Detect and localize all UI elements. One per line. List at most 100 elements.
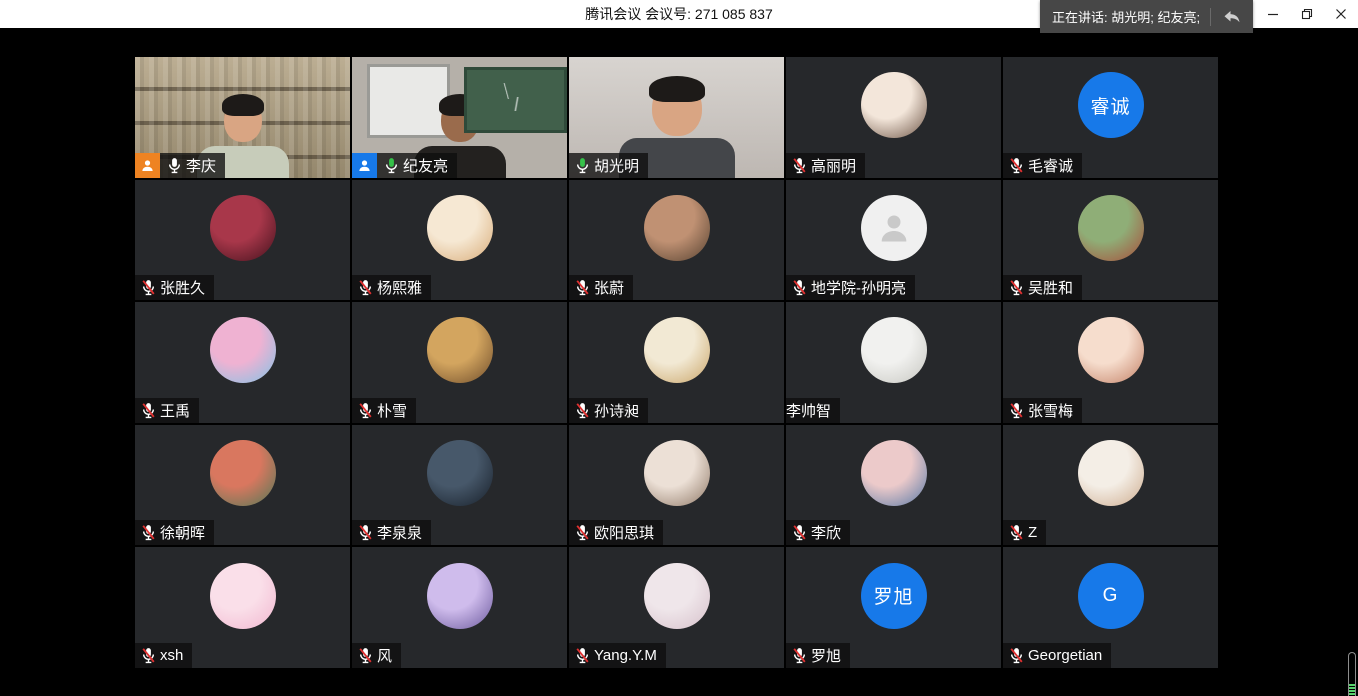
participant-name: 杨熙雅: [377, 277, 422, 298]
participant-label: 张雪梅: [1003, 398, 1082, 423]
participant-tile[interactable]: 徐朝晖: [135, 425, 350, 546]
participant-name: 吴胜和: [1028, 277, 1073, 298]
mic-icon: [357, 647, 374, 664]
default-person-icon: [875, 209, 913, 247]
participant-label: 罗旭: [786, 643, 850, 668]
participant-label: 欧阳思琪: [569, 520, 663, 545]
participant-name: Yang.Y.M: [594, 647, 657, 664]
mic-icon: [791, 157, 808, 174]
participant-tile[interactable]: 孙诗昶: [569, 302, 784, 423]
participant-name: 徐朝晖: [160, 522, 205, 543]
speaking-toast: 正在讲话: 胡光明; 纪友亮;: [1040, 0, 1253, 33]
avatar: [427, 440, 493, 506]
participant-tile[interactable]: 地学院-孙明亮: [786, 180, 1001, 301]
participant-name: 张雪梅: [1028, 400, 1073, 421]
avatar: [1078, 440, 1144, 506]
close-button[interactable]: [1324, 0, 1358, 28]
participant-label: 风: [352, 643, 401, 668]
mic-icon: [357, 402, 374, 419]
avatar-initials: 睿诚: [1090, 92, 1130, 119]
mic-icon: [140, 402, 157, 419]
participant-name: 李泉泉: [377, 522, 422, 543]
participant-tile[interactable]: 欧阳思琪: [569, 425, 784, 546]
participant-tile[interactable]: 李泉泉: [352, 425, 567, 546]
participant-label: 张蔚: [569, 275, 633, 300]
avatar: [644, 563, 710, 629]
avatar-initials: G: [1103, 585, 1119, 607]
participant-label: 杨熙雅: [352, 275, 431, 300]
role-badge: [135, 153, 160, 178]
participant-tile[interactable]: 吴胜和: [1003, 180, 1218, 301]
mic-icon: [140, 647, 157, 664]
mic-icon: [574, 279, 591, 296]
participant-label: 纪友亮: [352, 153, 457, 178]
participant-tile[interactable]: 罗旭 罗旭: [786, 547, 1001, 668]
participant-name: Georgetian: [1028, 647, 1102, 664]
avatar: [210, 317, 276, 383]
participant-name: 风: [377, 645, 392, 666]
participant-tile[interactable]: Z: [1003, 425, 1218, 546]
mic-icon: [357, 524, 374, 541]
participant-tile[interactable]: 李欣: [786, 425, 1001, 546]
participant-tile[interactable]: xsh: [135, 547, 350, 668]
participant-tile[interactable]: 睿诚 毛睿诚: [1003, 57, 1218, 178]
avatar: G: [1078, 563, 1144, 629]
participant-label: 高丽明: [786, 153, 865, 178]
participant-tile[interactable]: 张雪梅: [1003, 302, 1218, 423]
participant-label: 张胜久: [135, 275, 214, 300]
participant-tile[interactable]: 胡光明: [569, 57, 784, 178]
mic-icon: [1008, 524, 1025, 541]
avatar: [861, 440, 927, 506]
participant-tile[interactable]: 王禹: [135, 302, 350, 423]
participant-tile[interactable]: 朴雪: [352, 302, 567, 423]
participant-label: Z: [1003, 520, 1046, 545]
role-badge: [352, 153, 377, 178]
participant-label: xsh: [135, 643, 192, 668]
participant-tile[interactable]: 纪友亮: [352, 57, 567, 178]
mic-icon: [791, 279, 808, 296]
toast-divider: [1210, 8, 1211, 26]
mic-icon: [140, 524, 157, 541]
participant-label: 孙诗昶: [569, 398, 648, 423]
participant-label: 李泉泉: [352, 520, 431, 545]
participant-label: 地学院-孙明亮: [786, 275, 915, 300]
participant-tile[interactable]: 李庆: [135, 57, 350, 178]
mic-icon: [574, 524, 591, 541]
avatar: [427, 195, 493, 261]
window-controls: [1256, 0, 1358, 28]
avatar-initials: 罗旭: [873, 582, 913, 609]
participant-name: 欧阳思琪: [594, 522, 654, 543]
mic-icon: [166, 157, 183, 174]
mic-icon: [1008, 402, 1025, 419]
participant-name: 纪友亮: [403, 155, 448, 176]
participant-tile[interactable]: 张胜久: [135, 180, 350, 301]
restore-button[interactable]: [1290, 0, 1324, 28]
participant-label: Yang.Y.M: [569, 643, 666, 668]
participant-tile[interactable]: 李帅智: [786, 302, 1001, 423]
participant-tile[interactable]: Yang.Y.M: [569, 547, 784, 668]
participant-name: 王禹: [160, 400, 190, 421]
avatar: [427, 317, 493, 383]
reply-arrow-icon[interactable]: [1219, 5, 1245, 29]
participant-grid: 李庆: [135, 57, 1218, 668]
participant-name: 李庆: [186, 155, 216, 176]
avatar: [644, 440, 710, 506]
participant-tile[interactable]: G Georgetian: [1003, 547, 1218, 668]
participant-name: 罗旭: [811, 645, 841, 666]
participant-tile[interactable]: 张蔚: [569, 180, 784, 301]
minimize-button[interactable]: [1256, 0, 1290, 28]
mic-icon: [791, 647, 808, 664]
participant-label: 李帅智: [786, 398, 840, 423]
participant-name: 高丽明: [811, 155, 856, 176]
grid-scrollbar[interactable]: [1348, 652, 1356, 696]
mic-icon: [1008, 157, 1025, 174]
avatar: 睿诚: [1078, 72, 1144, 138]
participant-tile[interactable]: 风: [352, 547, 567, 668]
participant-label: 朴雪: [352, 398, 416, 423]
participant-tile[interactable]: 高丽明: [786, 57, 1001, 178]
participant-tile[interactable]: 杨熙雅: [352, 180, 567, 301]
participant-name: 李帅智: [786, 400, 831, 421]
participant-name: 张蔚: [594, 277, 624, 298]
avatar: [1078, 317, 1144, 383]
participant-name: xsh: [160, 647, 183, 664]
